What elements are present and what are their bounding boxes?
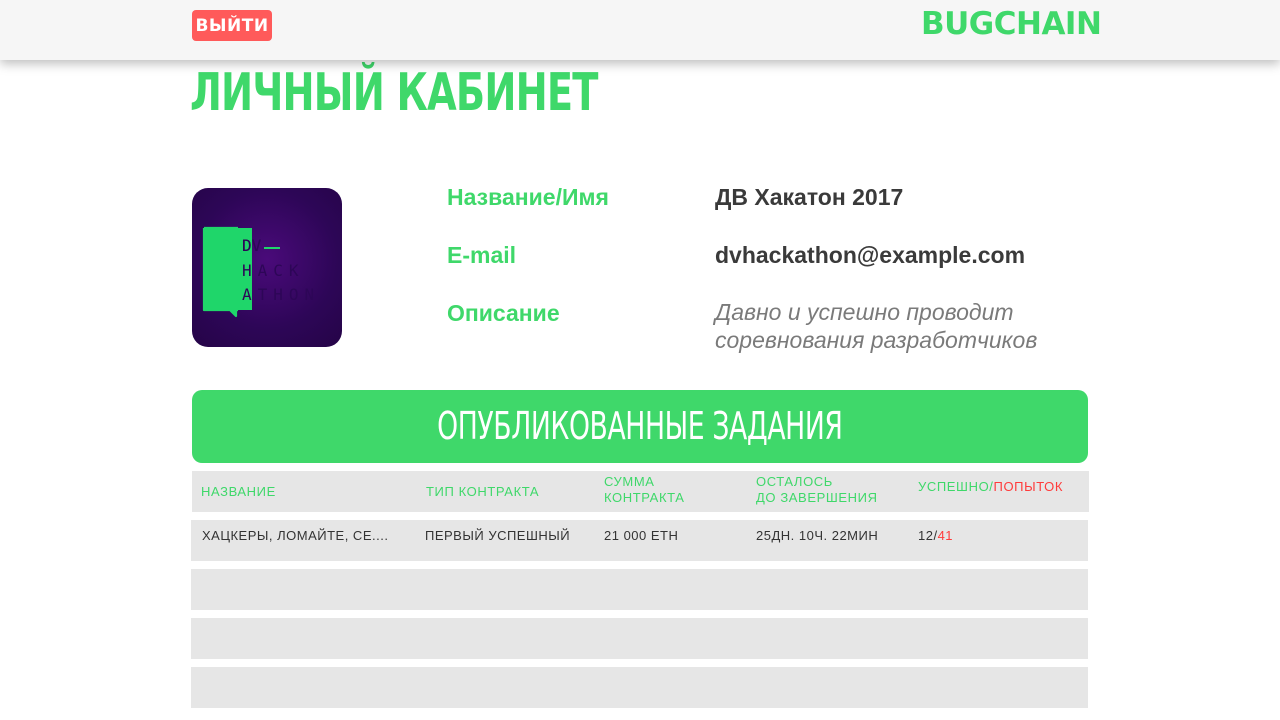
email-value: dvhackathon@example.com bbox=[715, 242, 1026, 268]
avatar-text-athon: ATHON bbox=[242, 285, 320, 304]
task-success-attempts-cell: 12/41 bbox=[918, 528, 953, 543]
table-row[interactable]: ХАЦКЕРЫ, ЛОМАЙТЕ, СЕ.... ПЕРВЫЙ УСПЕШНЫЙ… bbox=[191, 520, 1088, 561]
avatar-text-hack: HACK bbox=[242, 261, 305, 280]
column-contract-type-header: ТИП КОНТРАКТА bbox=[426, 484, 540, 499]
contract-sum-header-line2: КОНТРАКТА bbox=[604, 490, 685, 505]
success-header: УСПЕШНО/ bbox=[918, 479, 994, 494]
published-tasks-header: ОПУБЛИКОВАННЫЕ ЗАДАНИЯ bbox=[192, 390, 1088, 463]
task-name-cell[interactable]: ХАЦКЕРЫ, ЛОМАЙТЕ, СЕ.... bbox=[202, 528, 388, 543]
profile-avatar: DV DV HACK ATHON bbox=[192, 188, 342, 347]
contract-sum-header-line1: СУММА bbox=[604, 474, 655, 489]
column-contract-sum-header: СУММА КОНТРАКТА bbox=[604, 474, 685, 506]
task-success-value: 12/ bbox=[918, 528, 938, 543]
attempts-header: ПОПЫТОК bbox=[993, 479, 1064, 494]
task-attempts-value: 41 bbox=[937, 528, 954, 543]
description-label: Описание bbox=[447, 300, 560, 326]
avatar-text-dv: DV bbox=[242, 236, 262, 255]
description-value: Давно и успешно проводит соревнования ра… bbox=[715, 299, 1038, 353]
task-contract-type-cell: ПЕРВЫЙ УСПЕШНЫЙ bbox=[425, 528, 571, 543]
tasks-table-header: НАЗВАНИЕ ТИП КОНТРАКТА СУММА КОНТРАКТА О… bbox=[192, 471, 1089, 512]
empty-table-row bbox=[191, 667, 1088, 708]
task-remaining-cell: 25ДН. 10Ч. 22МИН bbox=[756, 528, 879, 543]
column-success-attempts-header: УСПЕШНО/ПОПЫТОК bbox=[918, 479, 1063, 495]
remaining-header-line2: ДО ЗАВЕРШЕНИЯ bbox=[756, 490, 878, 505]
top-bar: ВЫЙТИ BUGCHAIN bbox=[0, 0, 1280, 60]
name-value: ДВ Хакатон 2017 bbox=[715, 184, 904, 210]
bugchain-logo[interactable]: BUGCHAIN bbox=[921, 4, 1111, 44]
page-title: ЛИЧНЫЙ КАБИНЕТ bbox=[190, 63, 598, 123]
name-label: Название/Имя bbox=[447, 184, 609, 210]
logout-button[interactable]: ВЫЙТИ bbox=[192, 10, 272, 41]
email-label: E-mail bbox=[447, 242, 517, 268]
published-tasks-title: ОПУБЛИКОВАННЫЕ ЗАДАНИЯ bbox=[437, 404, 843, 448]
remaining-header-line1: ОСТАЛОСЬ bbox=[756, 474, 833, 489]
empty-table-row bbox=[191, 569, 1088, 610]
task-contract-sum-cell: 21 000 ETH bbox=[604, 528, 679, 543]
column-remaining-header: ОСТАЛОСЬ ДО ЗАВЕРШЕНИЯ bbox=[756, 474, 878, 506]
dv-hackathon-logo-icon: DV DV HACK ATHON bbox=[202, 226, 320, 318]
empty-table-row bbox=[191, 618, 1088, 659]
column-name-header: НАЗВАНИЕ bbox=[201, 484, 276, 499]
